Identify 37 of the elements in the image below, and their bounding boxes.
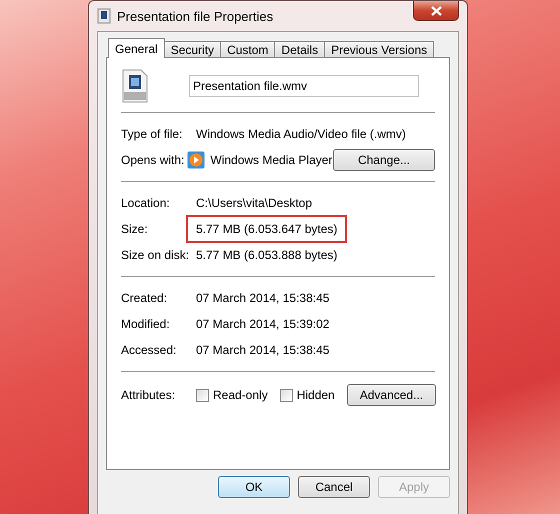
field-label: Size: (121, 222, 149, 236)
field-label: Accessed: (121, 343, 178, 357)
advanced-button[interactable]: Advanced... (346, 384, 436, 406)
checkbox-label: Hidden (296, 388, 335, 402)
tab[interactable]: Custom (220, 41, 276, 58)
field-value: 07 March 2014, 15:38:45 (196, 291, 330, 305)
field-label: Location: (121, 196, 171, 210)
field-label: Created: (121, 291, 168, 305)
video-file-icon (121, 69, 149, 103)
field-label: Attributes: (121, 388, 176, 402)
file-name-field[interactable]: Presentation file.wmv (189, 75, 419, 97)
tab[interactable]: Security (164, 41, 222, 58)
close-icon (430, 6, 442, 16)
field-value: Windows Media Audio/Video file (.wmv) (196, 127, 406, 141)
field-value: 5.77 MB (6.053.888 bytes) (196, 248, 338, 262)
field-value: 07 March 2014, 15:39:02 (196, 317, 330, 331)
close-button[interactable] (413, 1, 459, 21)
tab[interactable]: Previous Versions (324, 41, 434, 58)
checkbox-label: Read-only (213, 388, 268, 402)
field-value: 07 March 2014, 15:38:45 (196, 343, 330, 357)
highlighted-value: 5.77 MB (6.053.647 bytes) (186, 215, 348, 243)
window-title: Presentation file Properties (117, 8, 274, 24)
play-icon (187, 151, 206, 169)
field-label: Opens with: (121, 153, 184, 167)
field-value: C:\Users\vita\Desktop (196, 196, 312, 210)
checkbox[interactable] (280, 388, 293, 402)
checkbox[interactable] (196, 388, 209, 402)
field-label: Type of file: (121, 127, 184, 141)
change-button[interactable]: Change... (333, 149, 435, 171)
field-label: Size on disk: (121, 248, 190, 262)
field-label: Modified: (121, 317, 171, 331)
tab[interactable]: General (108, 38, 165, 58)
dialog-button[interactable]: OK (218, 476, 290, 498)
tab[interactable]: Details (274, 41, 326, 58)
video-file-icon (97, 8, 111, 24)
app-name: Windows Media Player (210, 153, 332, 167)
dialog-button[interactable]: Cancel (298, 476, 370, 498)
